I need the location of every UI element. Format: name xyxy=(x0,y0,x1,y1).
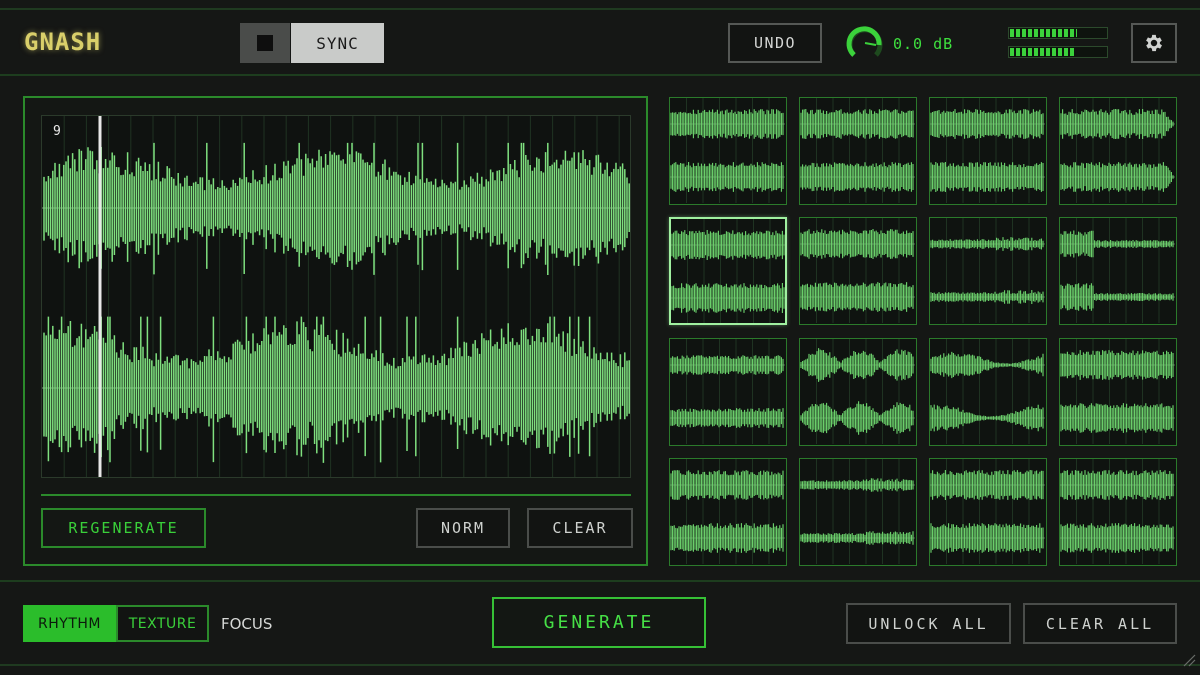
slot-waveform xyxy=(1060,339,1175,444)
slot-15[interactable] xyxy=(929,458,1047,566)
level-meter-right-fill xyxy=(1010,48,1075,56)
stop-icon xyxy=(257,35,273,51)
slot-waveform xyxy=(930,339,1045,444)
slot-5[interactable] xyxy=(669,217,787,325)
bottom-border xyxy=(0,664,1200,666)
texture-mode-button[interactable]: TEXTURE xyxy=(116,605,209,642)
clear-all-button[interactable]: CLEAR ALL xyxy=(1023,603,1177,644)
app-logo: GNASH xyxy=(24,28,102,56)
slot-14[interactable] xyxy=(799,458,917,566)
norm-button[interactable]: NORM xyxy=(416,508,510,548)
slot-waveform xyxy=(800,98,915,203)
clear-button[interactable]: CLEAR xyxy=(527,508,633,548)
gain-knob-icon[interactable] xyxy=(845,23,885,63)
undo-button[interactable]: UNDO xyxy=(728,23,822,63)
regenerate-button[interactable]: REGENERATE xyxy=(41,508,206,548)
slot-waveform xyxy=(1060,218,1175,323)
resize-grip-icon[interactable] xyxy=(1182,653,1196,667)
slot-waveform xyxy=(1060,98,1175,203)
gear-icon xyxy=(1146,34,1162,52)
slot-4[interactable] xyxy=(1059,97,1177,205)
header-divider xyxy=(0,74,1200,76)
slot-1[interactable] xyxy=(669,97,787,205)
level-meter-left-fill xyxy=(1010,29,1077,37)
top-border xyxy=(0,8,1200,10)
slot-waveform xyxy=(670,339,785,444)
slot-waveform xyxy=(930,459,1045,564)
slot-waveform xyxy=(800,459,915,564)
app-window: GNASH SYNC UNDO 0.0 dB 9 REGENERATE NORM… xyxy=(0,0,1200,675)
slot-9[interactable] xyxy=(669,338,787,446)
slot-waveform xyxy=(930,218,1045,323)
slot-waveform xyxy=(671,219,785,323)
editor-divider xyxy=(41,494,631,496)
slot-2[interactable] xyxy=(799,97,917,205)
level-meter-left xyxy=(1008,27,1108,39)
slot-waveform xyxy=(800,339,915,444)
stop-button[interactable] xyxy=(240,23,290,63)
slot-13[interactable] xyxy=(669,458,787,566)
slot-waveform xyxy=(930,98,1045,203)
slot-10[interactable] xyxy=(799,338,917,446)
level-meter-right xyxy=(1008,46,1108,58)
slot-waveform xyxy=(670,98,785,203)
focus-label: FOCUS xyxy=(221,615,273,633)
slice-number: 9 xyxy=(53,124,61,139)
footer-divider xyxy=(0,580,1200,582)
slot-8[interactable] xyxy=(1059,217,1177,325)
slot-16[interactable] xyxy=(1059,458,1177,566)
slot-11[interactable] xyxy=(929,338,1047,446)
generate-button[interactable]: GENERATE xyxy=(492,597,706,648)
main-waveform xyxy=(42,116,630,477)
waveform-view[interactable]: 9 xyxy=(41,115,631,478)
slot-3[interactable] xyxy=(929,97,1047,205)
slice-editor: 9 REGENERATE NORM CLEAR xyxy=(23,96,648,566)
slot-waveform xyxy=(670,459,785,564)
settings-button[interactable] xyxy=(1131,23,1177,63)
unlock-all-button[interactable]: UNLOCK ALL xyxy=(846,603,1011,644)
slot-waveform xyxy=(1060,459,1175,564)
gain-value-readout: 0.0 dB xyxy=(893,35,954,53)
rhythm-mode-button[interactable]: RHYTHM xyxy=(23,605,116,642)
slot-waveform xyxy=(800,218,915,323)
slot-12[interactable] xyxy=(1059,338,1177,446)
sync-button[interactable]: SYNC xyxy=(291,23,384,63)
slot-7[interactable] xyxy=(929,217,1047,325)
slot-6[interactable] xyxy=(799,217,917,325)
